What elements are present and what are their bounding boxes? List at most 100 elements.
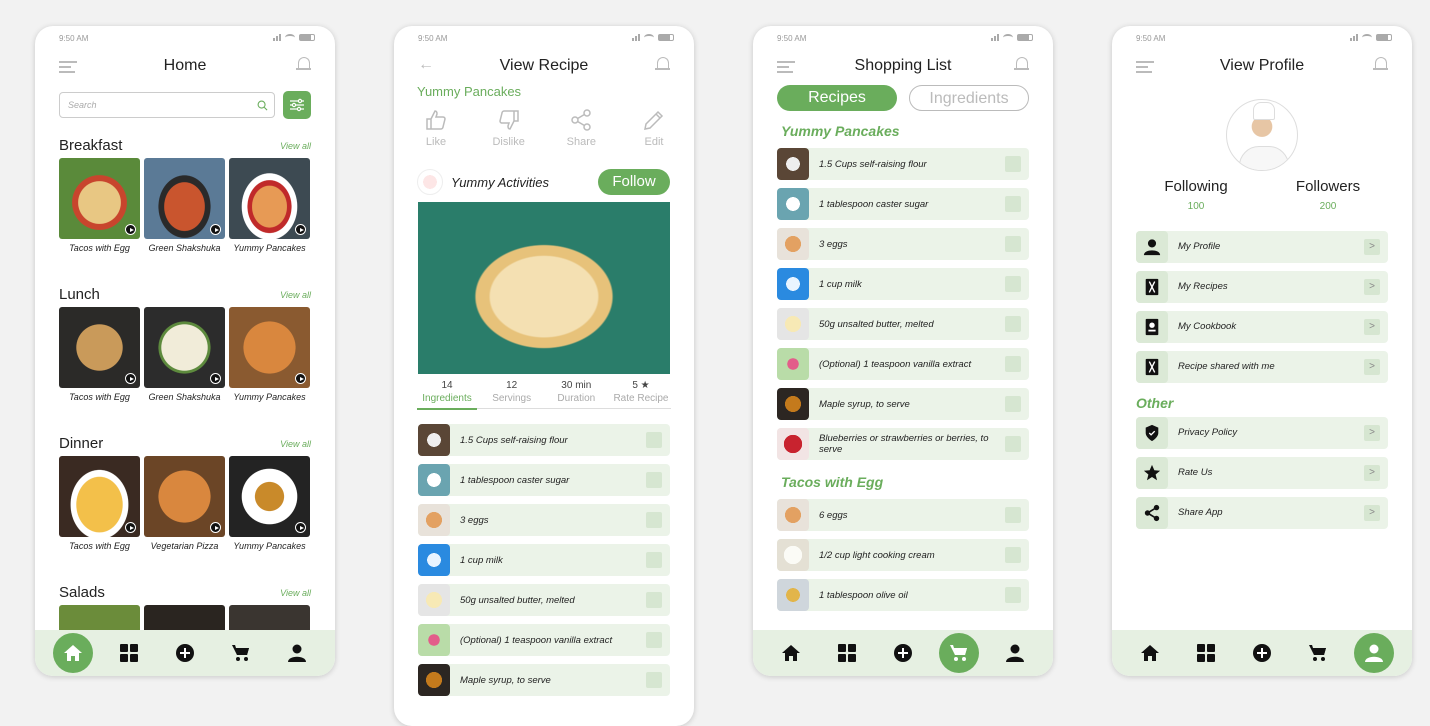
view-all-link[interactable]: View all [280, 290, 311, 300]
ingredient-checkbox[interactable] [646, 432, 662, 448]
item-checkbox[interactable] [1005, 587, 1021, 603]
view-all-link[interactable]: View all [280, 141, 311, 151]
play-icon[interactable] [125, 224, 136, 235]
ingredient-checkbox[interactable] [646, 472, 662, 488]
item-checkbox[interactable] [1005, 547, 1021, 563]
notification-bell-icon[interactable] [1373, 56, 1388, 72]
menu-item-my-profile[interactable]: My Profile > [1136, 231, 1388, 263]
edit-button[interactable]: Edit [634, 108, 674, 148]
ingredient-checkbox[interactable] [646, 512, 662, 528]
item-checkbox[interactable] [1005, 436, 1021, 452]
nav-cart[interactable] [1298, 633, 1338, 673]
menu-item-rate-us[interactable]: Rate Us > [1136, 457, 1388, 489]
nav-profile[interactable] [1354, 633, 1394, 673]
shopping-item[interactable]: 1 tablespoon caster sugar [777, 188, 1029, 220]
shopping-item[interactable]: 50g unsalted butter, melted [777, 308, 1029, 340]
nav-categories[interactable] [109, 633, 149, 673]
ingredient-row[interactable]: 3 eggs [418, 504, 670, 536]
tab-ingredients[interactable]: Ingredients [909, 85, 1029, 111]
ingredient-row[interactable]: 1 cup milk [418, 544, 670, 576]
menu-item-my-recipes[interactable]: My Recipes > [1136, 271, 1388, 303]
recipe-card[interactable]: Tacos with Egg [59, 456, 140, 551]
ingredient-row[interactable]: 1.5 Cups self-raising flour [418, 424, 670, 456]
shopping-item[interactable]: 3 eggs [777, 228, 1029, 260]
menu-item-privacy-policy[interactable]: Privacy Policy > [1136, 417, 1388, 449]
shopping-item[interactable]: (Optional) 1 teaspoon vanilla extract [777, 348, 1029, 380]
menu-item-my-cookbook[interactable]: My Cookbook > [1136, 311, 1388, 343]
nav-categories[interactable] [1186, 633, 1226, 673]
search-input[interactable]: Search [59, 92, 275, 118]
nav-home[interactable] [1130, 633, 1170, 673]
tab-rate-recipe[interactable]: 5 ★ Rate Recipe [611, 380, 671, 404]
shopping-item[interactable]: 6 eggs [777, 499, 1029, 531]
tab-ingredients[interactable]: 14 Ingredients [417, 380, 477, 410]
recipe-card[interactable]: Vegetarian Pizza [144, 456, 225, 551]
item-checkbox[interactable] [1005, 396, 1021, 412]
filter-button[interactable] [283, 91, 311, 119]
recipe-card[interactable]: Tacos with Egg [59, 307, 140, 402]
share-button[interactable]: Share [561, 108, 601, 148]
ingredient-row[interactable]: Maple syrup, to serve [418, 664, 670, 696]
view-all-link[interactable]: View all [280, 439, 311, 449]
recipe-card[interactable]: Tacos with Egg [59, 158, 140, 253]
ingredient-row[interactable]: 50g unsalted butter, melted [418, 584, 670, 616]
following-stat[interactable]: Following 100 [1146, 178, 1246, 212]
ingredient-row[interactable]: 1 tablespoon caster sugar [418, 464, 670, 496]
play-icon[interactable] [210, 373, 221, 384]
nav-cart[interactable] [221, 633, 261, 673]
play-icon[interactable] [295, 224, 306, 235]
item-checkbox[interactable] [1005, 236, 1021, 252]
shopping-item[interactable]: 1 cup milk [777, 268, 1029, 300]
ingredient-checkbox[interactable] [646, 632, 662, 648]
ingredient-checkbox[interactable] [646, 552, 662, 568]
recipe-card[interactable]: Yummy Pancakes [229, 307, 310, 402]
play-icon[interactable] [295, 522, 306, 533]
tab-duration[interactable]: 30 min Duration [546, 380, 606, 404]
item-checkbox[interactable] [1005, 276, 1021, 292]
shopping-item[interactable]: 1 tablespoon olive oil [777, 579, 1029, 611]
shopping-item[interactable]: Maple syrup, to serve [777, 388, 1029, 420]
item-checkbox[interactable] [1005, 507, 1021, 523]
play-icon[interactable] [125, 522, 136, 533]
nav-profile[interactable] [995, 633, 1035, 673]
menu-item-recipe-shared[interactable]: Recipe shared with me > [1136, 351, 1388, 383]
nav-home[interactable] [53, 633, 93, 673]
play-icon[interactable] [125, 373, 136, 384]
play-icon[interactable] [210, 522, 221, 533]
recipe-card[interactable]: Yummy Pancakes [229, 456, 310, 551]
author-name[interactable]: Yummy Activities [451, 175, 549, 190]
like-button[interactable]: Like [416, 108, 456, 148]
followers-stat[interactable]: Followers 200 [1278, 178, 1378, 212]
nav-cart[interactable] [939, 633, 979, 673]
ingredient-checkbox[interactable] [646, 592, 662, 608]
nav-add[interactable] [1242, 633, 1282, 673]
dislike-button[interactable]: Dislike [489, 108, 529, 148]
nav-profile[interactable] [277, 633, 317, 673]
ingredient-checkbox[interactable] [646, 672, 662, 688]
recipe-card[interactable]: Yummy Pancakes [229, 158, 310, 253]
shopping-item[interactable]: 1.5 Cups self-raising flour [777, 148, 1029, 180]
nav-add[interactable] [165, 633, 205, 673]
item-checkbox[interactable] [1005, 196, 1021, 212]
play-icon[interactable] [295, 373, 306, 384]
view-all-link[interactable]: View all [280, 588, 311, 598]
recipe-card[interactable]: Green Shakshuka [144, 158, 225, 253]
menu-item-share-app[interactable]: Share App > [1136, 497, 1388, 529]
recipe-card[interactable]: Green Shakshuka [144, 307, 225, 402]
play-icon[interactable] [210, 224, 221, 235]
avatar[interactable] [1226, 99, 1298, 171]
item-checkbox[interactable] [1005, 156, 1021, 172]
follow-button[interactable]: Follow [598, 169, 670, 195]
notification-bell-icon[interactable] [1014, 56, 1029, 72]
item-checkbox[interactable] [1005, 356, 1021, 372]
ingredient-row[interactable]: (Optional) 1 teaspoon vanilla extract [418, 624, 670, 656]
notification-bell-icon[interactable] [296, 56, 311, 72]
shopping-item[interactable]: Blueberries or strawberries or berries, … [777, 428, 1029, 460]
tab-recipes[interactable]: Recipes [777, 85, 897, 111]
notification-bell-icon[interactable] [655, 56, 670, 72]
nav-home[interactable] [771, 633, 811, 673]
nav-categories[interactable] [827, 633, 867, 673]
nav-add[interactable] [883, 633, 923, 673]
shopping-item[interactable]: 1/2 cup light cooking cream [777, 539, 1029, 571]
item-checkbox[interactable] [1005, 316, 1021, 332]
